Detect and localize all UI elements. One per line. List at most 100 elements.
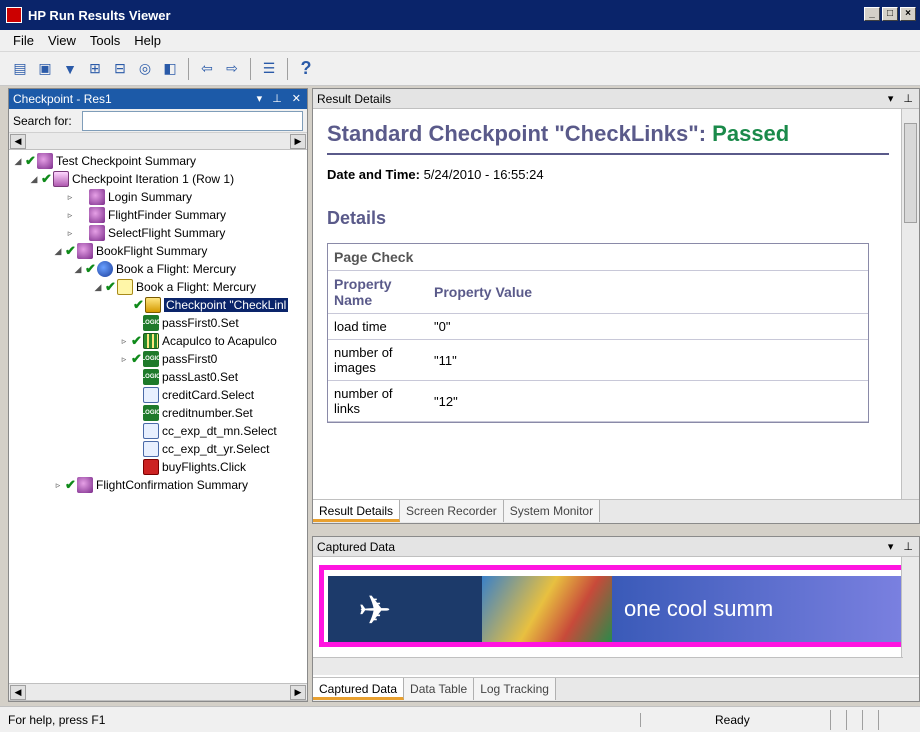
tree-node[interactable]: ▹ ✔ FlightConfirmation Summary (53, 476, 248, 494)
tree-node[interactable]: ◢ ✔ BookFlight Summary (53, 242, 207, 260)
banner-text: one cool summ (612, 576, 902, 642)
search-icon[interactable]: ◎ (135, 59, 155, 79)
tree-node[interactable]: LOGIC creditnumber.Set (142, 404, 253, 422)
checkpoint-icon (145, 297, 161, 313)
status-bar: For help, press F1 Ready (0, 706, 920, 732)
tree-node[interactable]: cc_exp_dt_mn.Select (143, 422, 277, 440)
result-details-title: Result Details ▾ ⊥ (313, 89, 919, 109)
table-row: number of links "12" (328, 381, 868, 422)
tree-node[interactable]: ◢ ✔ Test Checkpoint Summary (13, 152, 196, 170)
tab-log-tracking[interactable]: Log Tracking (474, 678, 556, 700)
toolbar: ▤ ▣ ▼ ⊞ ⊟ ◎ ◧ ⇦ ⇨ ☰ ? (0, 52, 920, 86)
list-icon (143, 423, 159, 439)
captured-vscrollbar[interactable] (901, 557, 919, 675)
checkpoint-heading: Standard Checkpoint "CheckLinks": Passed (327, 121, 889, 155)
panel-dropdown-icon[interactable]: ▾ (257, 92, 263, 105)
action-icon (97, 261, 113, 277)
back-icon[interactable]: ⇦ (197, 59, 217, 79)
tree-node[interactable]: ▹ ✔ LOGIC passFirst0 (119, 350, 217, 368)
tree-node[interactable]: ◢ ✔ Book a Flight: Mercury (93, 278, 256, 296)
panel-dropdown-icon[interactable]: ▾ (888, 92, 894, 105)
table-row: number of images "11" (328, 340, 868, 381)
toolbar-separator (250, 57, 251, 80)
panel-dropdown-icon[interactable]: ▾ (888, 540, 894, 553)
panel-title-label: Captured Data (317, 539, 396, 554)
tab-result-details[interactable]: Result Details (313, 500, 401, 522)
tree-node[interactable]: ◢ ✔ Book a Flight: Mercury (73, 260, 236, 278)
col-property-name: Property Name (334, 276, 392, 308)
date-time: Date and Time: 5/24/2010 - 16:55:24 (327, 167, 544, 182)
close-panel-icon[interactable]: ✕ (292, 92, 301, 105)
summary-icon (89, 189, 105, 205)
print-icon[interactable]: ▣ (35, 59, 55, 79)
pin-icon[interactable]: ⊥ (903, 92, 913, 105)
search-row: Search for: (9, 109, 307, 133)
expand-all-icon[interactable]: ⊞ (85, 59, 105, 79)
forward-icon[interactable]: ⇨ (222, 59, 242, 79)
tree-node[interactable]: cc_exp_dt_yr.Select (143, 440, 269, 458)
tree-node[interactable]: ▹ SelectFlight Summary (65, 224, 225, 242)
maximize-button[interactable]: □ (882, 7, 898, 21)
tab-captured-data[interactable]: Captured Data (313, 678, 405, 700)
scroll-right-arrow[interactable]: ▶ (290, 685, 306, 700)
search-input[interactable] (81, 110, 303, 131)
page-check-label: Page Check (334, 249, 414, 265)
jump-to-step-icon[interactable]: ◧ (160, 59, 180, 79)
tree-node[interactable]: LOGIC passLast0.Set (142, 368, 238, 386)
details-tabs: Result Details Screen Recorder System Mo… (313, 499, 919, 523)
captured-tabs: Captured Data Data Table Log Tracking (313, 677, 919, 701)
details-scrollbar[interactable] (901, 109, 919, 501)
pin-icon[interactable]: ⊥ (903, 540, 913, 553)
tab-system-monitor[interactable]: System Monitor (503, 500, 601, 522)
tree-node[interactable]: LOGIC passFirst0.Set (142, 314, 239, 332)
summary-icon (77, 243, 93, 259)
toolbar-separator (287, 57, 288, 80)
col-property-value: Property Value (434, 284, 533, 300)
menu-help[interactable]: Help (129, 31, 166, 50)
captured-screenshot: ✈ one cool summ (319, 565, 907, 647)
list-view-icon[interactable]: ☰ (259, 59, 279, 79)
summary-icon (37, 153, 53, 169)
tree-node-selected[interactable]: ✔ Checkpoint "CheckLinl (121, 296, 289, 314)
scroll-left-arrow[interactable]: ◀ (10, 685, 26, 700)
iteration-icon (53, 171, 69, 187)
tree-top-scrollbar[interactable]: ◀ ▶ (9, 133, 307, 150)
tree-node[interactable]: buyFlights.Click (143, 458, 246, 476)
tree-bottom-scrollbar[interactable]: ◀ ▶ (9, 683, 307, 701)
scroll-left-arrow[interactable]: ◀ (10, 134, 26, 149)
captured-hscrollbar[interactable] (313, 657, 903, 675)
table-row: load time "0" (328, 314, 868, 340)
status-passed: Passed (712, 121, 790, 146)
pin-icon[interactable]: ⊥ (272, 92, 282, 105)
summary-icon (89, 225, 105, 241)
filter-icon[interactable]: ▼ (60, 59, 80, 79)
scroll-thumb[interactable] (904, 123, 917, 223)
results-tree: ◢ ✔ Test Checkpoint Summary ◢ ✔ Checkpoint I… (9, 150, 307, 670)
menu-file[interactable]: File (8, 31, 39, 50)
logic-icon: LOGIC (142, 315, 161, 331)
captured-data-title: Captured Data ▾ ⊥ (313, 537, 919, 557)
summary-icon (77, 477, 93, 493)
collapse-all-icon[interactable]: ⊟ (110, 59, 130, 79)
minimize-button[interactable]: _ (864, 7, 880, 21)
table-icon (143, 333, 159, 349)
logic-icon: LOGIC (142, 405, 161, 421)
tab-data-table[interactable]: Data Table (404, 678, 475, 700)
close-button[interactable]: × (900, 7, 916, 21)
tree-node[interactable]: creditCard.Select (143, 386, 254, 404)
airline-logo-icon: ✈ (358, 589, 392, 633)
tab-screen-recorder[interactable]: Screen Recorder (400, 500, 504, 522)
menu-view[interactable]: View (43, 31, 81, 50)
tree-node[interactable]: ▹ ✔ Acapulco to Acapulco (119, 332, 277, 350)
tree-node[interactable]: ▹ Login Summary (65, 188, 192, 206)
tree-node[interactable]: ▹ FlightFinder Summary (65, 206, 226, 224)
scroll-right-arrow[interactable]: ▶ (290, 134, 306, 149)
open-icon[interactable]: ▤ (10, 59, 30, 79)
checkpoint-panel-title: Checkpoint - Res1 ▾ ⊥ ✕ (9, 89, 307, 109)
checkpoint-panel: Checkpoint - Res1 ▾ ⊥ ✕ Search for: ◀ ▶ ◢ ✔… (8, 88, 308, 702)
help-icon[interactable]: ? (296, 58, 316, 79)
tree-node[interactable]: ◢ ✔ Checkpoint Iteration 1 (Row 1) (29, 170, 234, 188)
menu-tools[interactable]: Tools (85, 31, 125, 50)
panel-title-label: Checkpoint - Res1 (13, 92, 112, 106)
result-details-panel: Result Details ▾ ⊥ Standard Checkpoint "C… (312, 88, 920, 524)
